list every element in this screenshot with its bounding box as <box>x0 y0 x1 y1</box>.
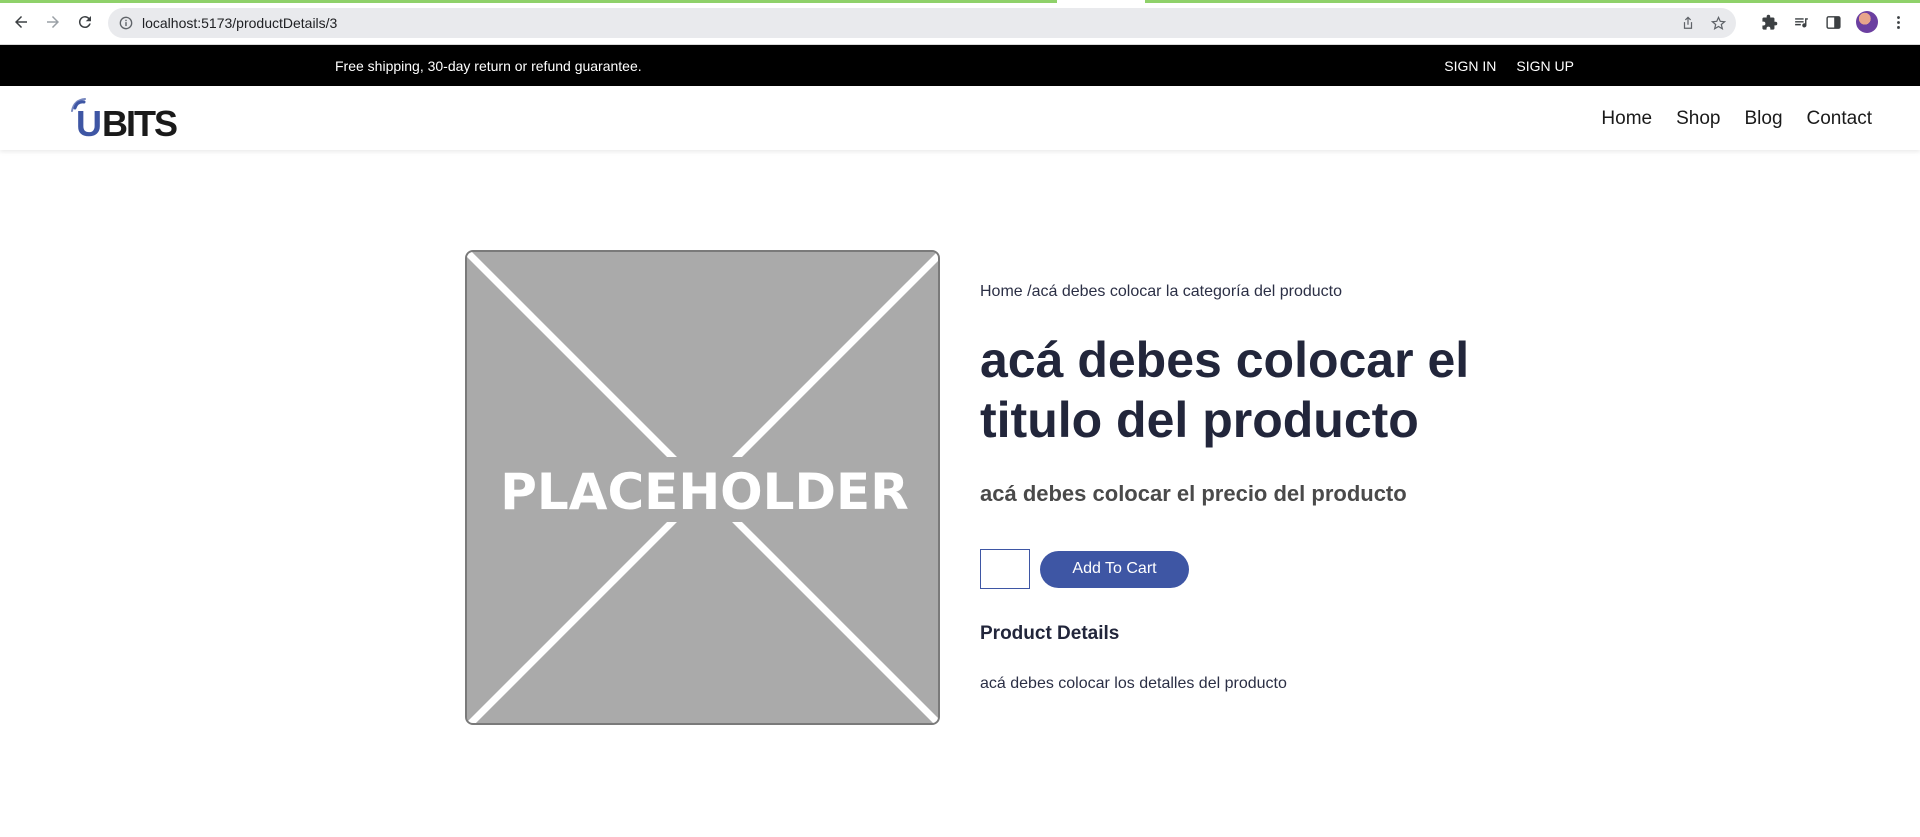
menu-icon[interactable] <box>1888 12 1908 32</box>
placeholder-label: PLACEHOLDER <box>500 463 908 521</box>
product-details-panel: Home /acá debes colocar la categoría del… <box>980 283 1540 693</box>
nav-home[interactable]: Home <box>1601 108 1652 130</box>
svg-text:BITS: BITS <box>102 103 177 142</box>
product-details-text: acá debes colocar los detalles del produ… <box>980 675 1287 692</box>
shipping-message: Free shipping, 30-day return or refund g… <box>335 58 642 74</box>
product-details-heading: Product Details <box>980 623 1120 644</box>
nav-blog[interactable]: Blog <box>1744 108 1782 130</box>
browser-chrome: localhost:5173/productDetails/3 <box>0 0 1920 45</box>
auth-links: SIGN IN SIGN UP <box>1444 58 1574 74</box>
media-icon[interactable] <box>1791 12 1811 32</box>
nav-shop[interactable]: Shop <box>1676 108 1720 130</box>
svg-text:U: U <box>76 103 102 142</box>
announcement-bar: Free shipping, 30-day return or refund g… <box>0 45 1920 86</box>
breadcrumb-home[interactable]: Home <box>980 283 1023 300</box>
page-load-progress <box>0 0 1920 3</box>
main-nav: Home Shop Blog Contact <box>1601 108 1872 130</box>
profile-avatar[interactable] <box>1856 11 1878 33</box>
breadcrumb-separator: / <box>1022 283 1032 300</box>
add-to-cart-row: Add To Cart <box>980 549 1540 589</box>
url-text: localhost:5173/productDetails/3 <box>142 15 338 31</box>
forward-icon[interactable] <box>42 11 64 33</box>
product-price: acá debes colocar el precio del producto <box>980 481 1407 506</box>
sign-in-link[interactable]: SIGN IN <box>1444 58 1496 74</box>
address-bar[interactable]: localhost:5173/productDetails/3 <box>108 8 1736 38</box>
back-icon[interactable] <box>10 11 32 33</box>
site-info-icon[interactable] <box>118 15 134 31</box>
sign-up-link[interactable]: SIGN UP <box>1516 58 1574 74</box>
site-header: U BITS Home Shop Blog Contact <box>0 86 1920 150</box>
ubits-logo[interactable]: U BITS <box>70 98 188 144</box>
reload-icon[interactable] <box>74 11 96 33</box>
extensions-icon[interactable] <box>1759 12 1779 32</box>
breadcrumb: Home /acá debes colocar la categoría del… <box>980 283 1540 303</box>
share-icon[interactable] <box>1680 15 1696 31</box>
add-to-cart-button[interactable]: Add To Cart <box>1040 550 1189 588</box>
product-image-placeholder: PLACEHOLDER <box>465 250 940 725</box>
product-title: acá debes colocar el titulo del producto <box>980 332 1470 448</box>
bookmark-star-icon[interactable] <box>1710 15 1726 31</box>
nav-contact[interactable]: Contact <box>1807 108 1872 130</box>
side-panel-icon[interactable] <box>1823 12 1843 32</box>
quantity-input[interactable] <box>980 549 1030 589</box>
breadcrumb-category: acá debes colocar la categoría del produ… <box>1031 283 1342 300</box>
